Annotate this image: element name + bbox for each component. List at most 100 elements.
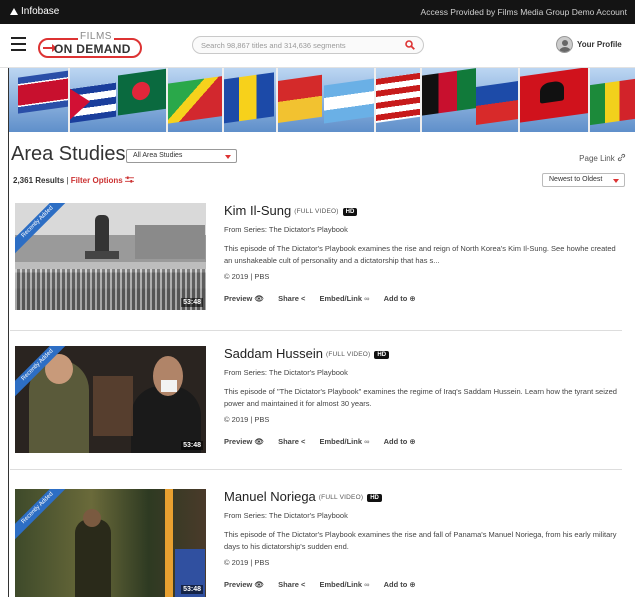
result-series[interactable]: From Series: The Dictator's Playbook bbox=[224, 511, 619, 520]
infobase-logo[interactable]: Infobase bbox=[10, 6, 59, 17]
video-duration: 53:48 bbox=[181, 298, 203, 307]
result-description: This episode of The Dictator's Playbook … bbox=[224, 244, 616, 265]
embed-link-button[interactable]: Embed/Link ∞ bbox=[320, 580, 370, 589]
result-title-link[interactable]: Saddam Hussein bbox=[224, 346, 323, 361]
result-description: This episode of The Dictator's Playbook … bbox=[224, 530, 617, 551]
result-info: Saddam Hussein (FULL VIDEO) HD From Series… bbox=[224, 346, 619, 446]
embed-label: Embed/Link bbox=[319, 437, 363, 446]
top-bar: Infobase Access Provided by Films Media … bbox=[0, 0, 635, 24]
search-icon[interactable] bbox=[405, 40, 415, 50]
result-actions: Preview 👁 Share < Embed/Link ∞ Add to ⊕ bbox=[224, 437, 619, 446]
dropdown-selected-value: All Area Studies bbox=[133, 152, 183, 159]
result-title-row: Manuel Noriega (FULL VIDEO) HD bbox=[224, 489, 619, 504]
result-meta: © 2019 | PBS bbox=[224, 415, 270, 424]
chevron-down-icon bbox=[225, 155, 231, 159]
flags-banner-image bbox=[8, 68, 635, 132]
profile-label: Your Profile bbox=[577, 40, 622, 49]
page-link-label: Page Link bbox=[579, 154, 615, 163]
sort-dropdown[interactable]: Newest to Oldest bbox=[542, 173, 625, 187]
link-icon bbox=[617, 153, 626, 162]
share-button[interactable]: Share < bbox=[278, 437, 305, 446]
search-input[interactable] bbox=[201, 39, 401, 51]
page-title: Area Studies bbox=[11, 143, 126, 165]
filter-options-label: Filter Options bbox=[70, 176, 123, 185]
preview-label: Preview bbox=[224, 580, 253, 589]
result-series[interactable]: From Series: The Dictator's Playbook bbox=[224, 225, 619, 234]
embed-link-button[interactable]: Embed/Link ∞ bbox=[320, 294, 370, 303]
recently-added-ribbon: Recently Added bbox=[15, 203, 74, 259]
infobase-brand-text: Infobase bbox=[21, 6, 60, 17]
embed-label: Embed/Link bbox=[319, 294, 363, 303]
divider bbox=[10, 469, 622, 470]
results-summary: 2,361 Results | Filter Options bbox=[13, 176, 134, 185]
add-to-label: Add to bbox=[383, 580, 408, 589]
films-on-demand-logo[interactable]: FILMS ON DEMAND bbox=[38, 31, 142, 60]
add-to-button[interactable]: Add to ⊕ bbox=[384, 580, 416, 589]
filter-options-button[interactable]: Filter Options bbox=[71, 176, 134, 185]
hd-badge: HD bbox=[374, 351, 390, 359]
plus-circle-icon: ⊕ bbox=[409, 294, 416, 303]
share-label: Share bbox=[278, 294, 299, 303]
result-info: Manuel Noriega (FULL VIDEO) HD From Series… bbox=[224, 489, 619, 589]
left-border bbox=[8, 68, 9, 597]
preview-label: Preview bbox=[224, 294, 253, 303]
page-link[interactable]: Page Link bbox=[579, 153, 626, 163]
add-to-label: Add to bbox=[383, 294, 408, 303]
eye-icon: 👁 bbox=[254, 437, 264, 446]
eye-icon: 👁 bbox=[254, 294, 264, 303]
infobase-triangle-icon bbox=[10, 8, 18, 15]
link-icon: ∞ bbox=[364, 580, 370, 589]
chevron-down-icon bbox=[613, 179, 619, 183]
share-icon: < bbox=[301, 580, 306, 589]
result-title-link[interactable]: Kim Il-Sung bbox=[224, 203, 291, 218]
full-video-tag: (FULL VIDEO) bbox=[326, 351, 371, 358]
result-meta: © 2019 | PBS bbox=[224, 272, 270, 281]
avatar-icon bbox=[556, 36, 573, 53]
share-button[interactable]: Share < bbox=[278, 580, 305, 589]
add-to-label: Add to bbox=[383, 437, 408, 446]
plus-circle-icon: ⊕ bbox=[409, 580, 416, 589]
divider bbox=[10, 330, 622, 331]
sliders-icon bbox=[124, 176, 134, 183]
share-icon: < bbox=[301, 437, 306, 446]
search-box bbox=[192, 36, 424, 54]
result-title-row: Kim Il-Sung (FULL VIDEO) HD bbox=[224, 203, 619, 218]
share-button[interactable]: Share < bbox=[278, 294, 305, 303]
area-studies-dropdown[interactable]: All Area Studies bbox=[126, 149, 237, 163]
result-description: This episode of "The Dictator's Playbook… bbox=[224, 387, 617, 408]
recently-added-ribbon: Recently Added bbox=[15, 489, 74, 545]
share-icon: < bbox=[301, 294, 306, 303]
logo-ondemand-text: ON DEMAND bbox=[54, 42, 131, 56]
link-icon: ∞ bbox=[364, 294, 370, 303]
eye-icon: 👁 bbox=[254, 580, 264, 589]
preview-label: Preview bbox=[224, 437, 253, 446]
result-series[interactable]: From Series: The Dictator's Playbook bbox=[224, 368, 619, 377]
link-icon: ∞ bbox=[364, 437, 370, 446]
full-video-tag: (FULL VIDEO) bbox=[318, 494, 364, 501]
video-duration: 53:48 bbox=[181, 585, 203, 594]
share-label: Share bbox=[278, 437, 299, 446]
preview-button[interactable]: Preview 👁 bbox=[224, 437, 264, 446]
site-header: FILMS ON DEMAND Your Profile bbox=[0, 24, 635, 68]
result-title-row: Saddam Hussein (FULL VIDEO) HD bbox=[224, 346, 619, 361]
video-thumbnail[interactable]: Recently Added 53:48 bbox=[15, 489, 206, 597]
preview-button[interactable]: Preview 👁 bbox=[224, 294, 264, 303]
plus-circle-icon: ⊕ bbox=[409, 437, 416, 446]
preview-button[interactable]: Preview 👁 bbox=[224, 580, 264, 589]
results-count: 2,361 Results bbox=[13, 176, 65, 185]
share-label: Share bbox=[278, 580, 299, 589]
page: Infobase Access Provided by Films Media … bbox=[0, 0, 635, 597]
result-actions: Preview 👁 Share < Embed/Link ∞ Add to ⊕ bbox=[224, 580, 619, 589]
video-thumbnail[interactable]: Recently Added 53:48 bbox=[15, 203, 206, 310]
embed-link-button[interactable]: Embed/Link ∞ bbox=[320, 437, 370, 446]
full-video-tag: (FULL VIDEO) bbox=[294, 208, 339, 215]
video-thumbnail[interactable]: Recently Added 53:48 bbox=[15, 346, 206, 453]
logo-films-text: FILMS bbox=[78, 31, 114, 42]
add-to-button[interactable]: Add to ⊕ bbox=[384, 437, 416, 446]
result-title-link[interactable]: Manuel Noriega bbox=[224, 489, 316, 504]
add-to-button[interactable]: Add to ⊕ bbox=[384, 294, 416, 303]
result-actions: Preview 👁 Share < Embed/Link ∞ Add to ⊕ bbox=[224, 294, 619, 303]
result-meta: © 2019 | PBS bbox=[224, 558, 270, 567]
hd-badge: HD bbox=[342, 208, 358, 216]
hamburger-menu-icon[interactable] bbox=[11, 37, 26, 51]
